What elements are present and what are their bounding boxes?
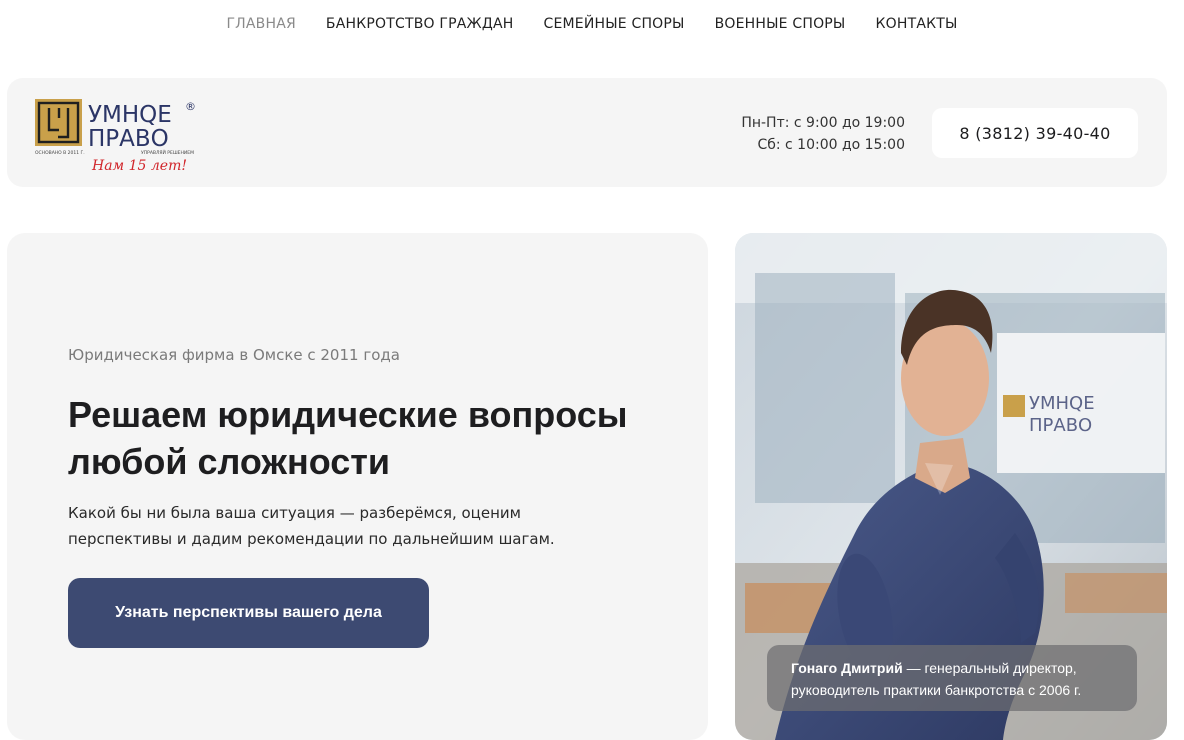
caption-name: Гонаго Дмитрий [791, 660, 903, 676]
director-caption: Гонаго Дмитрий — генеральный директор, р… [767, 645, 1137, 711]
hours-weekday: Пн-Пт: с 9:00 до 19:00 [741, 115, 905, 131]
director-photo: УМНQЕ ПРАВО Гонаго Дмитрий — генеральный… [735, 233, 1167, 740]
sign-line1: УМНQЕ [1029, 393, 1095, 414]
nav-item-military-disputes[interactable]: ВОЕННЫЕ СПОРЫ [715, 16, 846, 32]
nav-item-family-disputes[interactable]: СЕМЕЙНЫЕ СПОРЫ [543, 16, 684, 32]
hero-title: Решаем юридические вопросы любой сложнос… [68, 394, 628, 482]
logo-line1: УМНQЕ [88, 102, 172, 128]
logo-tagline: УПРАВЛЯЙ РЕШЕНИЕМ [141, 149, 194, 156]
logo-line2: ПРАВО [88, 126, 169, 152]
hero-subtitle: Юридическая фирма в Омске с 2011 года [68, 346, 400, 364]
phone-button[interactable]: 8 (3812) 39-40-40 [932, 108, 1138, 158]
working-hours: Пн-Пт: с 9:00 до 19:00 Сб: с 10:00 до 15… [741, 112, 905, 156]
logo-registered: ® [185, 100, 196, 113]
nav-item-contacts[interactable]: КОНТАКТЫ [875, 16, 957, 32]
logo-emblem [35, 99, 82, 146]
nav-item-bankruptcy[interactable]: БАНКРОТСТВО ГРАЖДАН [326, 16, 514, 32]
sign-line2: ПРАВО [1029, 415, 1092, 436]
logo-founded: ОСНОВАНО В 2011 Г. [35, 150, 85, 156]
nav-item-home[interactable]: ГЛАВНАЯ [226, 16, 295, 32]
sign-emblem [1003, 395, 1025, 417]
company-logo[interactable]: УМНQЕ ® ПРАВО ОСНОВАНО В 2011 Г. УПРАВЛЯ… [35, 96, 205, 174]
header-bar: УМНQЕ ® ПРАВО ОСНОВАНО В 2011 Г. УПРАВЛЯ… [7, 78, 1167, 187]
hours-saturday: Сб: с 10:00 до 15:00 [757, 137, 905, 153]
hero-panel: Юридическая фирма в Омске с 2011 года Ре… [7, 233, 708, 740]
hero-description: Какой бы ни была ваша ситуация — разберё… [68, 504, 555, 548]
logo-anniversary: Нам 15 лет! [91, 158, 187, 174]
top-navigation: ГЛАВНАЯ БАНКРОТСТВО ГРАЖДАН СЕМЕЙНЫЕ СПО… [0, 0, 1184, 48]
cta-button[interactable]: Узнать перспективы вашего дела [68, 578, 429, 648]
